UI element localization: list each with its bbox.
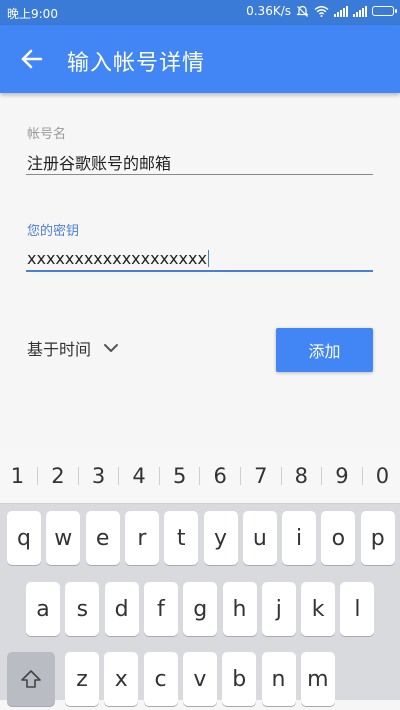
text-cursor: [207, 250, 210, 267]
key-1[interactable]: 1: [2, 464, 32, 488]
chevron-down-icon: [104, 344, 119, 352]
key-6[interactable]: 6: [205, 464, 235, 488]
number-separator: [199, 466, 201, 485]
number-separator: [239, 466, 241, 485]
key-y[interactable]: y: [203, 511, 238, 565]
page-title: 输入帐号详情: [67, 51, 206, 76]
number-separator: [280, 466, 282, 485]
number-separator: [37, 466, 39, 485]
key-v[interactable]: v: [182, 652, 217, 706]
key-4[interactable]: 4: [124, 464, 154, 488]
key-g[interactable]: g: [183, 582, 218, 636]
key-l[interactable]: l: [340, 582, 375, 636]
key-z[interactable]: z: [65, 652, 99, 706]
status-time: 晚上9:00: [7, 7, 58, 21]
account-name-input[interactable]: 注册谷歌账号的邮箱: [27, 150, 171, 174]
account-name-label: 帐号名: [27, 127, 67, 142]
status-icons: 0.36K/s: [246, 4, 397, 18]
number-separator: [361, 466, 363, 485]
secret-key-input[interactable]: xxxxxxxxxxxxxxxxxxx: [27, 249, 210, 268]
key-w[interactable]: w: [46, 511, 81, 565]
key-3[interactable]: 3: [84, 464, 114, 488]
back-arrow-icon[interactable]: [18, 45, 46, 73]
number-separator: [158, 466, 160, 485]
network-speed: 0.36K/s: [246, 4, 291, 18]
key-7[interactable]: 7: [246, 464, 276, 488]
key-p[interactable]: p: [360, 511, 395, 565]
key-x[interactable]: x: [104, 652, 139, 706]
app-bar: 输入帐号详情: [0, 25, 400, 93]
key-h[interactable]: h: [222, 582, 257, 636]
key-r[interactable]: r: [124, 511, 159, 565]
secret-key-label: 您的密钥: [27, 224, 80, 239]
key-5[interactable]: 5: [165, 464, 195, 488]
number-separator: [77, 466, 79, 485]
key-type-dropdown[interactable]: 基于时间: [27, 336, 119, 360]
key-m[interactable]: m: [300, 652, 335, 706]
key-e[interactable]: e: [85, 511, 120, 565]
key-c[interactable]: c: [143, 652, 178, 706]
signal-icon-1: [334, 5, 348, 17]
number-separator: [118, 466, 120, 485]
key-n[interactable]: n: [261, 652, 296, 706]
shift-key[interactable]: [7, 652, 55, 706]
alarm-off-icon: [296, 5, 309, 17]
key-a[interactable]: a: [26, 582, 60, 636]
key-type-value: 基于时间: [27, 340, 92, 359]
shift-icon: [21, 670, 41, 688]
key-9[interactable]: 9: [327, 464, 357, 488]
keyboard-row-3: zxcvbnm: [0, 652, 400, 710]
key-o[interactable]: o: [321, 511, 356, 565]
account-name-underline: [26, 174, 373, 175]
signal-icon-2: [353, 5, 367, 17]
battery-icon: [372, 6, 397, 16]
key-i[interactable]: i: [282, 511, 317, 565]
status-bar: 晚上9:00 0.36K/s: [0, 0, 400, 25]
secret-key-underline: [26, 270, 373, 272]
key-u[interactable]: u: [242, 511, 277, 565]
key-d[interactable]: d: [104, 582, 139, 636]
key-0[interactable]: 0: [367, 464, 397, 488]
wifi-icon: [314, 6, 329, 17]
keyboard-row-1: qwertyuiop: [0, 511, 400, 569]
key-b[interactable]: b: [222, 652, 257, 706]
number-row: 1234567890: [0, 448, 400, 504]
key-k[interactable]: k: [301, 582, 336, 636]
number-separator: [321, 466, 323, 485]
key-q[interactable]: q: [7, 511, 41, 565]
key-s[interactable]: s: [65, 582, 100, 636]
key-j[interactable]: j: [261, 582, 296, 636]
secret-key-value: xxxxxxxxxxxxxxxxxxx: [27, 249, 207, 268]
key-2[interactable]: 2: [43, 464, 73, 488]
soft-keyboard: 1234567890 qwertyuiop asdfghjkl zxcvbnm: [0, 448, 400, 706]
key-t[interactable]: t: [164, 511, 199, 565]
add-button[interactable]: 添加: [276, 328, 373, 372]
key-f[interactable]: f: [143, 582, 178, 636]
keyboard-row-2: asdfghjkl: [0, 582, 400, 640]
key-8[interactable]: 8: [286, 464, 316, 488]
